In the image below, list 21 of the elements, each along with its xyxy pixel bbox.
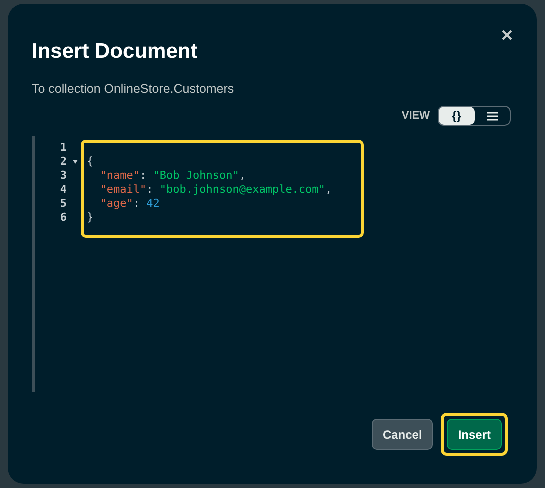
- code-line: {: [86, 155, 94, 170]
- dialog-title: Insert Document: [32, 39, 198, 65]
- line-number: 2: [60, 155, 67, 170]
- close-button[interactable]: ×: [501, 26, 513, 46]
- view-label: VIEW: [402, 109, 430, 124]
- fold-caret-icon[interactable]: [72, 160, 78, 164]
- code-line: "email": "bob.johnson@example.com",: [99, 183, 332, 198]
- insert-button[interactable]: Insert: [447, 419, 502, 450]
- code-line: "name": "Bob Johnson",: [99, 169, 246, 184]
- code-editor[interactable]: 1 2 { 3 "name": "Bob Johnson", 4 "email": "bob.johnson@example.com", 5 "age": 42 6 }: [32, 136, 513, 392]
- line-number: 1: [60, 141, 67, 156]
- menu-icon: [486, 112, 498, 121]
- line-number: 5: [60, 197, 67, 212]
- code-line: "age": 42: [99, 197, 160, 212]
- line-number: 3: [60, 169, 67, 184]
- cancel-button[interactable]: Cancel: [372, 419, 434, 450]
- json-view-tab[interactable]: {}: [439, 107, 474, 126]
- dialog-subtitle: To collection OnlineStore.Customers: [32, 80, 236, 98]
- line-number: 4: [60, 183, 67, 198]
- line-number: 6: [60, 211, 67, 226]
- code-line: }: [86, 211, 94, 226]
